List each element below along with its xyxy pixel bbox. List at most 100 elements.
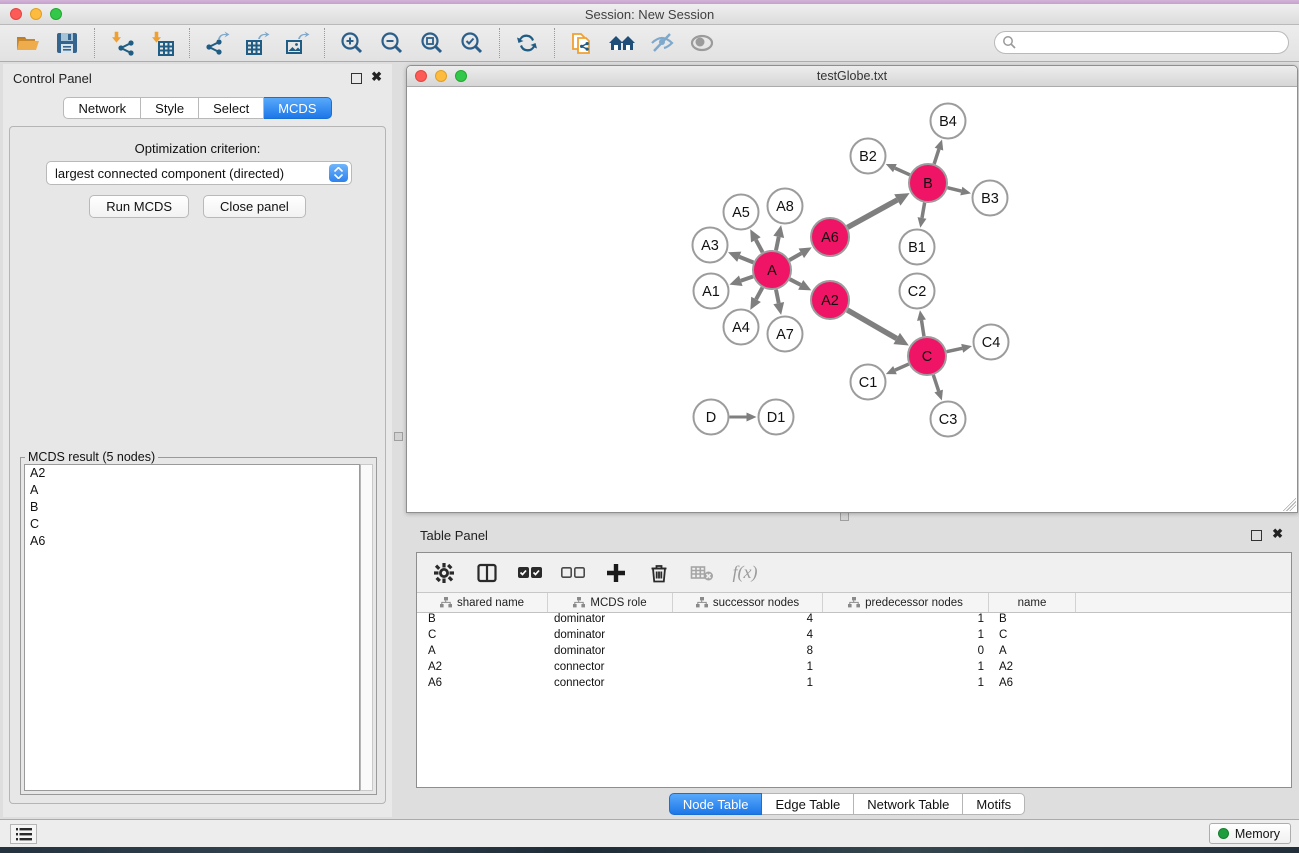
graph-edge-A-A7[interactable] [776, 290, 779, 304]
graph-node-A5[interactable]: A5 [724, 195, 759, 230]
table-cell[interactable]: B [989, 613, 1076, 629]
graph-edge-C-C3[interactable] [933, 375, 938, 391]
mcds-result-item[interactable]: A [25, 482, 359, 499]
export-image-icon[interactable] [282, 29, 312, 57]
graph-node-C4[interactable]: C4 [974, 325, 1009, 360]
graph-node-C3[interactable]: C3 [931, 402, 966, 437]
delete-table-icon[interactable] [689, 560, 715, 586]
graph-edge-A-A1[interactable] [741, 277, 753, 281]
graph-edge-A-A4[interactable] [756, 288, 762, 300]
show-graphics-icon[interactable] [687, 29, 717, 57]
table-cell[interactable]: dominator [548, 613, 673, 629]
import-network-icon[interactable] [107, 29, 137, 57]
search-input[interactable] [994, 31, 1289, 54]
column-header-mcds-role[interactable]: MCDS role [548, 593, 673, 612]
function-builder-icon[interactable]: f(x) [732, 560, 758, 586]
graph-node-D1[interactable]: D1 [759, 400, 794, 435]
graph-node-C1[interactable]: C1 [851, 365, 886, 400]
column-header-name[interactable]: name [989, 593, 1076, 612]
graph-node-A3[interactable]: A3 [693, 228, 728, 263]
table-cell[interactable]: 1 [823, 677, 989, 693]
graph-edge-C-C1[interactable] [895, 364, 909, 370]
graph-edge-B-B3[interactable] [947, 188, 961, 191]
graph-edge-A-A6[interactable] [789, 253, 801, 260]
save-session-icon[interactable] [52, 29, 82, 57]
deselect-all-icon[interactable] [560, 560, 586, 586]
graph-node-A2[interactable]: A2 [811, 281, 849, 319]
import-table-icon[interactable] [147, 29, 177, 57]
tab-network[interactable]: Network [63, 97, 141, 119]
table-cell[interactable]: 1 [823, 629, 989, 645]
graph-node-C[interactable]: C [908, 337, 946, 375]
zoom-selected-icon[interactable] [457, 29, 487, 57]
graph-edge-A-A2[interactable] [790, 279, 801, 285]
mcds-result-item[interactable]: B [25, 499, 359, 516]
export-table-icon[interactable] [242, 29, 272, 57]
table-row[interactable]: A6connector11A6 [417, 677, 1291, 693]
mcds-result-item[interactable]: A6 [25, 533, 359, 550]
graph-edge-C-C4[interactable] [947, 348, 963, 351]
graph-edge-B-B4[interactable] [934, 149, 939, 164]
task-history-button[interactable] [10, 824, 37, 844]
float-panel-icon[interactable] [351, 73, 362, 84]
graph-node-B4[interactable]: B4 [931, 104, 966, 139]
table-cell[interactable]: C [417, 629, 548, 645]
open-session-icon[interactable] [12, 29, 42, 57]
graph-edge-A-A3[interactable] [739, 257, 753, 263]
mcds-result-item[interactable]: A2 [25, 465, 359, 482]
select-all-icon[interactable] [517, 560, 543, 586]
duplicate-network-icon[interactable] [567, 29, 597, 57]
tab-style[interactable]: Style [141, 97, 199, 119]
graph-node-B1[interactable]: B1 [900, 230, 935, 265]
table-row[interactable]: A2connector11A2 [417, 661, 1291, 677]
close-panel-button[interactable]: Close panel [203, 195, 306, 218]
export-network-icon[interactable] [202, 29, 232, 57]
tab-node-table[interactable]: Node Table [669, 793, 763, 815]
graph-node-A1[interactable]: A1 [694, 274, 729, 309]
table-cell[interactable]: connector [548, 677, 673, 693]
graph-node-D[interactable]: D [694, 400, 729, 435]
table-cell[interactable]: dominator [548, 645, 673, 661]
graph-node-A8[interactable]: A8 [768, 189, 803, 224]
table-cell[interactable]: 0 [823, 645, 989, 661]
network-canvas[interactable]: B4B2BB3A8A5A6A3B1AA1C2A2A4A7C4CC1C3DD1 [407, 87, 1297, 512]
graph-edge-A-A5[interactable] [756, 240, 763, 253]
hide-graphics-icon[interactable] [647, 29, 677, 57]
vertical-splitter-handle[interactable] [394, 432, 403, 441]
graph-edge-B-B2[interactable] [895, 168, 910, 175]
criterion-select[interactable]: largest connected component (directed) [46, 161, 352, 185]
tab-edge-table[interactable]: Edge Table [762, 793, 854, 815]
close-panel-icon[interactable]: ✖ [371, 69, 382, 85]
table-cell[interactable]: 1 [673, 661, 823, 677]
table-cell[interactable]: 1 [673, 677, 823, 693]
column-header-successor-nodes[interactable]: successor nodes [673, 593, 823, 612]
graph-edge-A2-C[interactable] [847, 310, 896, 339]
tab-select[interactable]: Select [199, 97, 264, 119]
tab-network-table[interactable]: Network Table [854, 793, 963, 815]
table-cell[interactable]: A2 [989, 661, 1076, 677]
mcds-result-scrollbar[interactable] [360, 464, 373, 791]
table-settings-icon[interactable] [431, 560, 457, 586]
table-cell[interactable]: B [417, 613, 548, 629]
zoom-in-icon[interactable] [337, 29, 367, 57]
graph-node-A[interactable]: A [753, 251, 791, 289]
table-cell[interactable]: 1 [823, 613, 989, 629]
table-cell[interactable]: A [417, 645, 548, 661]
graph-node-C2[interactable]: C2 [900, 274, 935, 309]
mcds-result-item[interactable]: C [25, 516, 359, 533]
memory-button[interactable]: Memory [1209, 823, 1291, 844]
network-window-titlebar[interactable]: testGlobe.txt [407, 66, 1297, 87]
toggle-column-icon[interactable] [474, 560, 500, 586]
table-cell[interactable]: A2 [417, 661, 548, 677]
graph-edge-B-B1[interactable] [922, 203, 925, 218]
table-cell[interactable]: 4 [673, 629, 823, 645]
close-table-panel-icon[interactable]: ✖ [1272, 526, 1283, 542]
table-cell[interactable]: dominator [548, 629, 673, 645]
graph-node-B2[interactable]: B2 [851, 139, 886, 174]
graph-edge-A6-B[interactable] [848, 200, 898, 227]
table-cell[interactable]: A6 [989, 677, 1076, 693]
table-row[interactable]: Bdominator41B [417, 613, 1291, 629]
table-cell[interactable]: A6 [417, 677, 548, 693]
window-resize-grip[interactable] [1282, 497, 1296, 511]
home-views-icon[interactable] [607, 29, 637, 57]
